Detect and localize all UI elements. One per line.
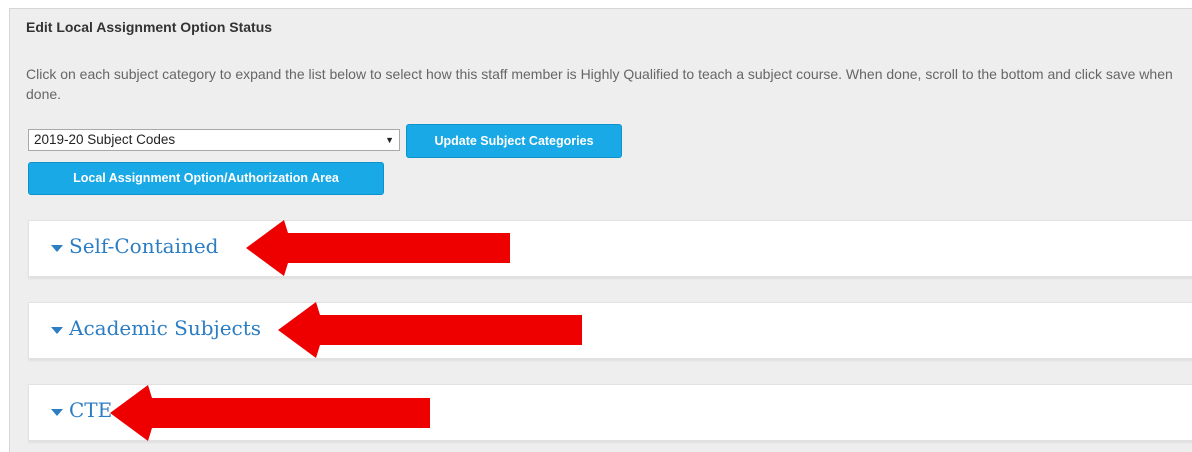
instructions-text: Click on each subject category to expand…	[26, 66, 1173, 102]
subject-codes-select-value: 2019-20 Subject Codes	[34, 132, 176, 147]
caret-down-icon	[51, 409, 63, 416]
caret-down-icon	[51, 245, 63, 252]
red-arrow-icon	[110, 385, 430, 441]
update-subject-categories-button[interactable]: Update Subject Categories	[406, 124, 622, 158]
local-assignment-option-button[interactable]: Local Assignment Option/Authorization Ar…	[28, 162, 384, 195]
caret-down-icon	[51, 327, 63, 334]
red-arrow-icon	[278, 302, 582, 358]
red-arrow-icon	[246, 220, 510, 276]
section-self-contained[interactable]: Self-Contained	[28, 220, 1192, 277]
section-academic-subjects[interactable]: Academic Subjects	[28, 302, 1192, 359]
section-label: Academic Subjects	[69, 316, 262, 340]
dropdown-arrow-icon: ▼	[385, 135, 394, 145]
section-label: Self-Contained	[69, 234, 219, 258]
page-title: Edit Local Assignment Option Status	[26, 19, 273, 35]
subject-codes-select[interactable]: 2019-20 Subject Codes ▼	[28, 129, 400, 151]
section-label: CTE	[69, 398, 113, 422]
